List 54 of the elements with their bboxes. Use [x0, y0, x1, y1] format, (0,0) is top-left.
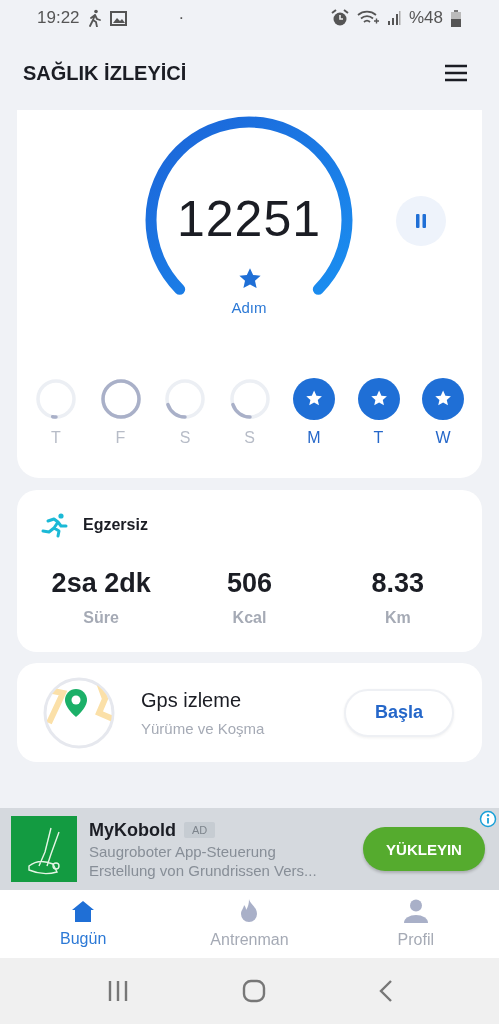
progress-ring: [98, 377, 143, 421]
gps-title: Gps izleme: [141, 688, 243, 712]
ad-text: Saugroboter App-Steuerung: [89, 842, 277, 860]
home-button-icon[interactable]: [241, 979, 266, 1003]
stat-value: 506: [226, 568, 272, 599]
gps-subtitle: Yürüme ve Koşma: [141, 719, 266, 737]
weekday-label: T: [51, 429, 61, 447]
nav-tab[interactable]: Bugün: [0, 890, 167, 958]
pause-icon: [415, 214, 427, 228]
weekday-label: W: [435, 429, 451, 447]
start-button[interactable]: Başla: [344, 688, 454, 737]
weekday-label: M: [307, 429, 321, 447]
weekday-label: S: [179, 429, 191, 447]
ad-text: Erstellung von Grundrissen Vers...: [89, 861, 318, 879]
progress-ring: [34, 377, 78, 421]
recent-apps-icon[interactable]: [106, 980, 129, 1002]
progress-ring: [227, 377, 272, 421]
walking-icon: [87, 9, 102, 27]
stat-label: Süre: [83, 609, 119, 627]
nav-tab[interactable]: Profil: [332, 890, 499, 958]
install-button[interactable]: YÜKLEYIN: [363, 827, 485, 871]
ad-badge: AD: [184, 822, 216, 838]
running-icon: [41, 512, 69, 538]
alarm-icon: [330, 9, 349, 27]
menu-icon[interactable]: [445, 64, 467, 82]
exercise-title: Egzersiz: [83, 516, 148, 534]
image-icon: [109, 10, 127, 26]
back-icon[interactable]: [378, 980, 393, 1002]
flame-icon: [239, 899, 260, 923]
map-pin-icon: [43, 676, 115, 749]
weekday-label: S: [244, 429, 255, 447]
nav-tab[interactable]: Antrenman: [166, 890, 333, 958]
app-title: SAĞLIK İZLEYİCİ: [23, 61, 188, 85]
notification-dot: ·: [178, 8, 185, 28]
person-icon: [403, 899, 428, 923]
stat-label: Km: [384, 609, 411, 627]
stat-value: 8.33: [371, 568, 425, 599]
weekday-label: F: [115, 429, 126, 447]
stat-label: Kcal: [232, 609, 267, 627]
battery-percent: %48: [408, 8, 443, 28]
wifi-icon: [356, 10, 379, 26]
stat-value: 2sa 2dk: [51, 568, 151, 599]
progress-ring: [163, 377, 207, 421]
signal-icon: [386, 10, 401, 26]
ad-title: MyKobold: [89, 819, 176, 841]
step-unit-label: Adım: [230, 299, 268, 316]
home-icon: [71, 900, 96, 922]
pause-button[interactable]: [396, 196, 446, 246]
info-icon[interactable]: [479, 810, 497, 828]
step-count: 12251: [175, 190, 322, 248]
app-logo: [11, 816, 77, 882]
battery-icon: [451, 9, 461, 27]
weekday-label: T: [373, 429, 384, 447]
clock-time: 19:22: [37, 8, 80, 28]
